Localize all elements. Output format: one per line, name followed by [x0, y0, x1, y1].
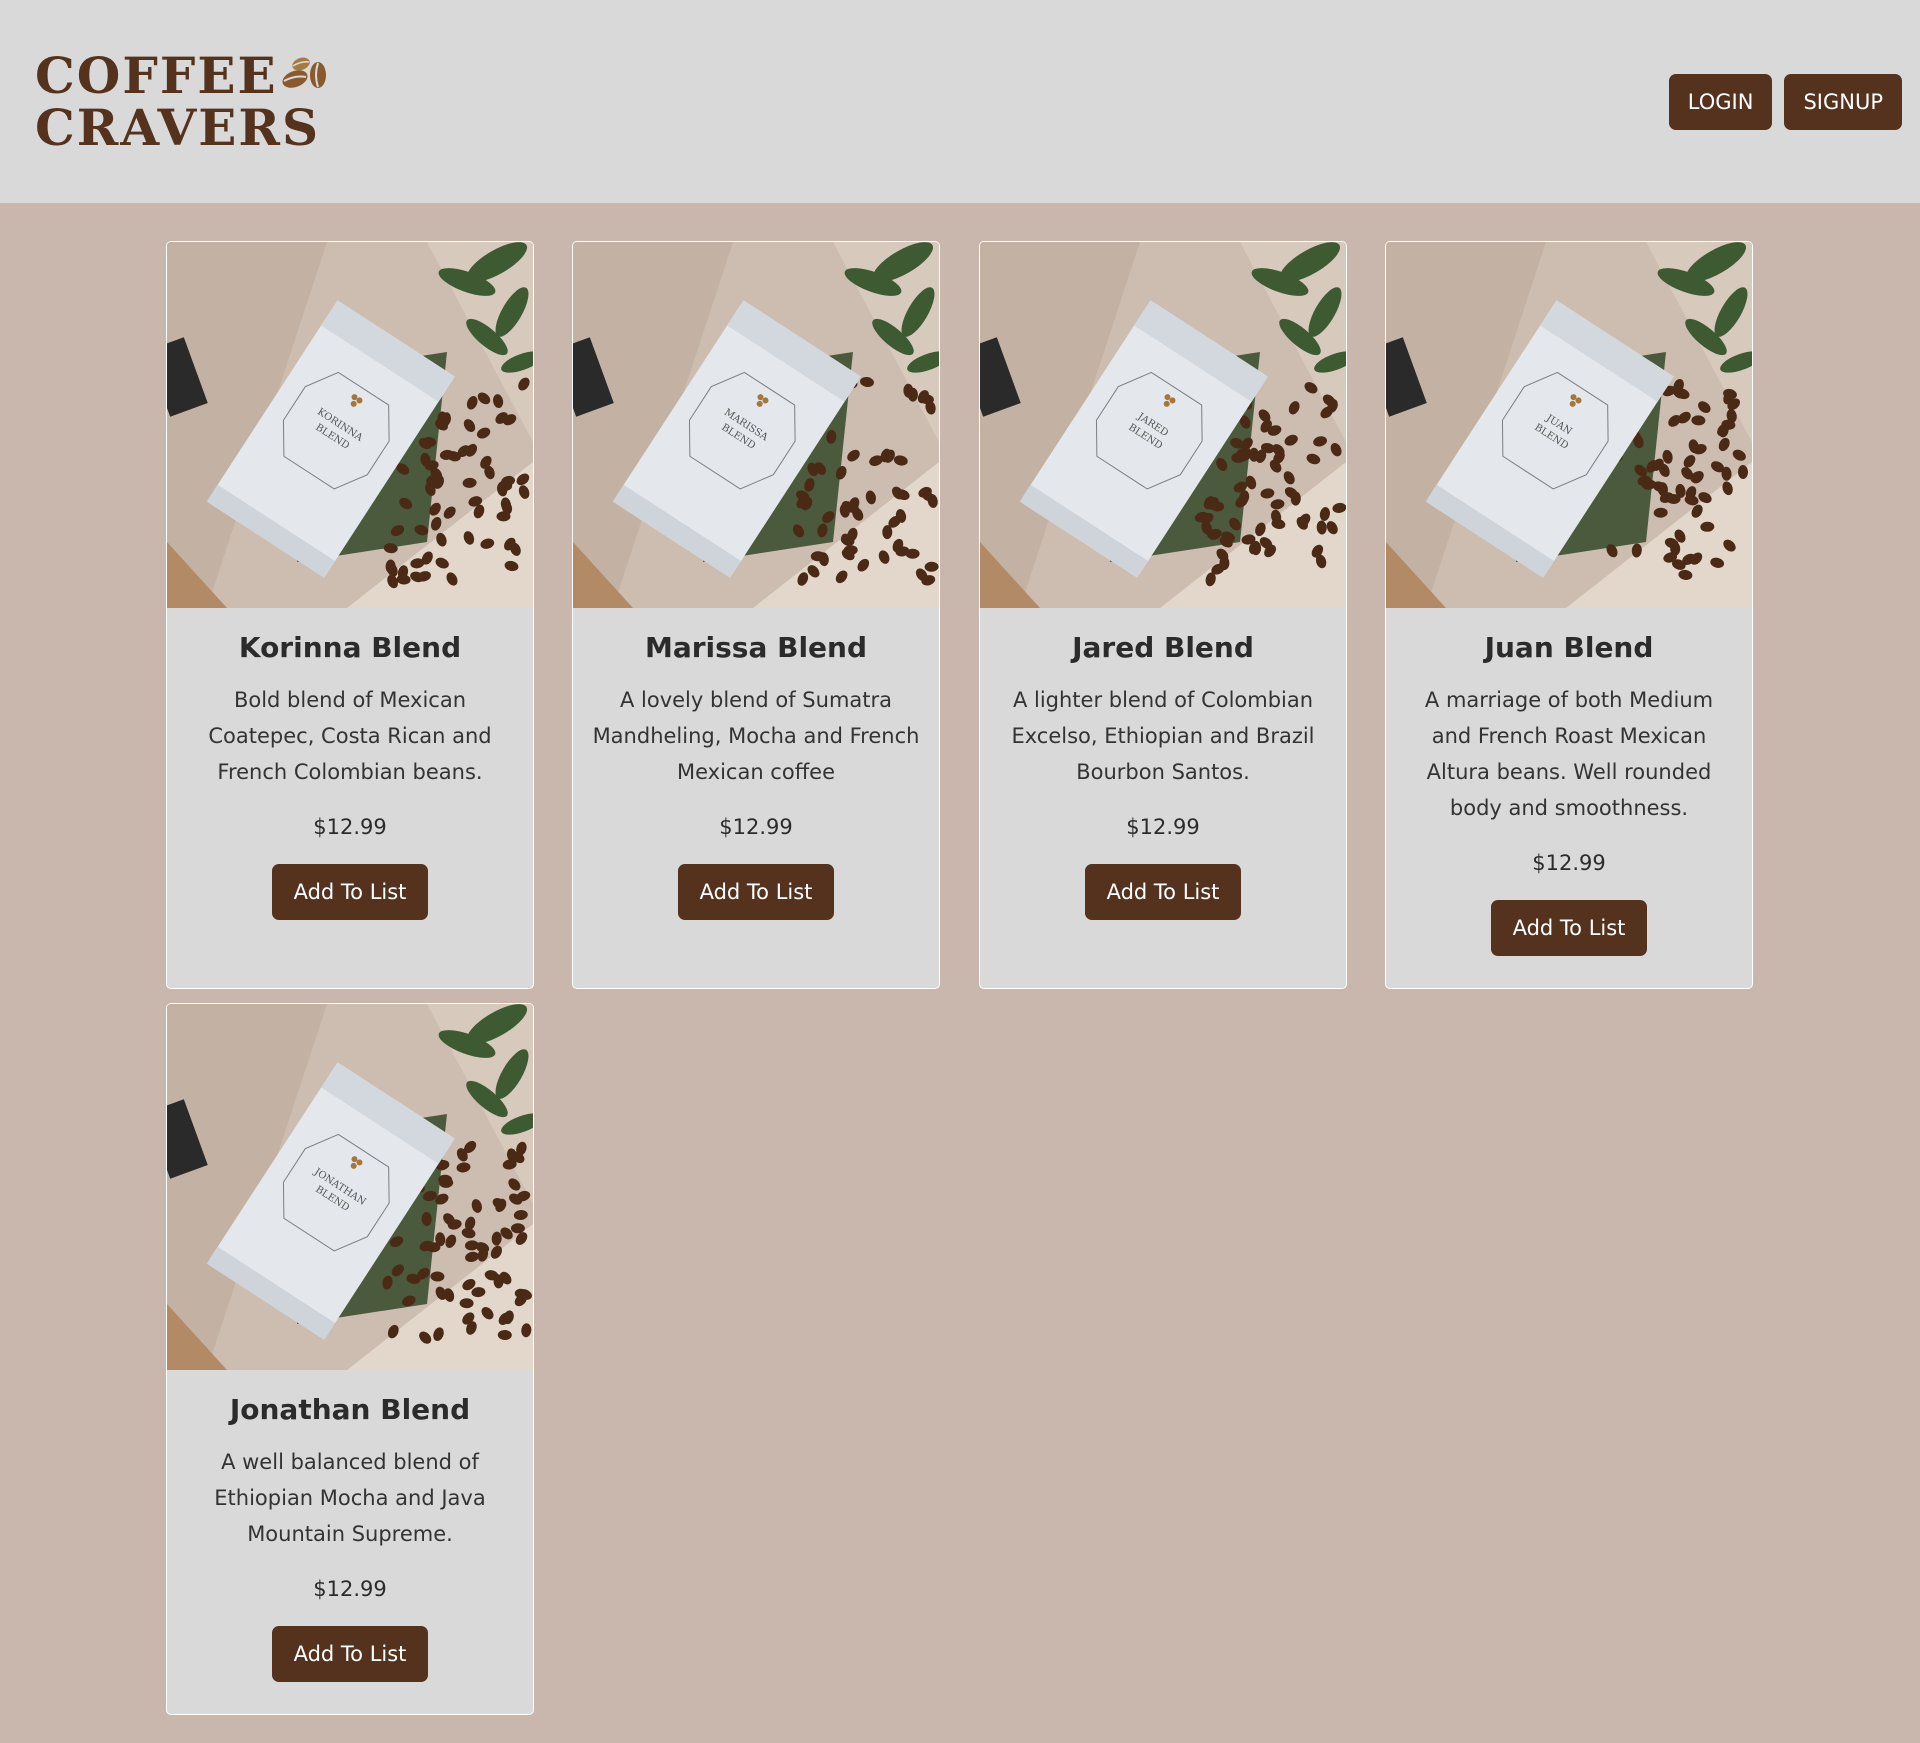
add-to-list-button[interactable]: Add To List [1491, 900, 1647, 956]
coffee-bag-photo: JONATHANBLEND [167, 1004, 533, 1370]
product-card: JARED BLEND Jared Blend A lighter blend o… [979, 241, 1347, 989]
product-price: $12.99 [313, 815, 387, 839]
add-to-list-button[interactable]: Add To List [272, 1626, 428, 1682]
coffee-bag-photo: JAREDBLEND [980, 242, 1346, 608]
product-name: Juan Blend [1484, 631, 1654, 664]
product-description: A marriage of both Medium and French Roa… [1424, 688, 1714, 820]
product-card-body: Korinna Blend Bold blend of Mexican Coat… [167, 608, 533, 920]
add-to-list-button[interactable]: Add To List [272, 864, 428, 920]
product-card: JUAN BLEND Juan Blend A marriage of both … [1385, 241, 1753, 989]
product-card-body: Marissa Blend A lovely blend of Sumatra … [573, 608, 939, 920]
coffee-bag-photo: MARISSABLEND [573, 242, 939, 608]
signup-button[interactable]: SIGNUP [1784, 74, 1902, 130]
product-card-body: Juan Blend A marriage of both Medium and… [1386, 608, 1752, 956]
product-card-body: Jared Blend A lighter blend of Colombian… [980, 608, 1346, 920]
product-price: $12.99 [1126, 815, 1200, 839]
product-card-body: Jonathan Blend A well balanced blend of … [167, 1370, 533, 1682]
login-button[interactable]: LOGIN [1668, 74, 1773, 130]
product-description: A lovely blend of Sumatra Mandheling, Mo… [592, 688, 920, 784]
product-image: JONATHAN BLEND [167, 1004, 533, 1370]
product-description: A well balanced blend of Ethiopian Mocha… [214, 1450, 486, 1546]
coffee-bag-photo: JUANBLEND [1386, 242, 1752, 608]
product-card: KORINNA BLEND Korinna Blend Bold blend of… [166, 241, 534, 989]
product-image: KORINNA BLEND [167, 242, 533, 608]
product-name: Marissa Blend [644, 631, 868, 664]
product-image: MARISSA BLEND [573, 242, 939, 608]
product-image: JARED BLEND [980, 242, 1346, 608]
coffee-bag-photo: KORINNABLEND [167, 242, 533, 608]
product-price: $12.99 [1532, 851, 1606, 875]
add-to-list-button[interactable]: Add To List [1085, 864, 1241, 920]
auth-nav: LOGIN SIGNUP [1668, 74, 1902, 130]
brand-logo[interactable]: COFFEE CRAVERS [35, 50, 328, 154]
product-name: Jonathan Blend [229, 1393, 471, 1426]
product-description: A lighter blend of Colombian Excelso, Et… [1011, 688, 1315, 784]
product-card: JONATHAN BLEND Jonathan Blend A well bala… [166, 1003, 534, 1715]
product-description: Bold blend of Mexican Coatepec, Costa Ri… [208, 688, 492, 784]
product-name: Jared Blend [1072, 631, 1254, 664]
product-card: MARISSA BLEND Marissa Blend A lovely blen… [572, 241, 940, 989]
coffee-beans-icon [282, 57, 326, 88]
product-price: $12.99 [313, 1577, 387, 1601]
site-header: COFFEE CRAVERS LOGIN SIGNUP [0, 0, 1920, 203]
brand-line-1: COFFEE [35, 50, 328, 102]
add-to-list-button[interactable]: Add To List [678, 864, 834, 920]
product-name: Korinna Blend [238, 631, 462, 664]
brand-line-2: CRAVERS [35, 98, 321, 157]
product-image: JUAN BLEND [1386, 242, 1752, 608]
product-price: $12.99 [719, 815, 793, 839]
